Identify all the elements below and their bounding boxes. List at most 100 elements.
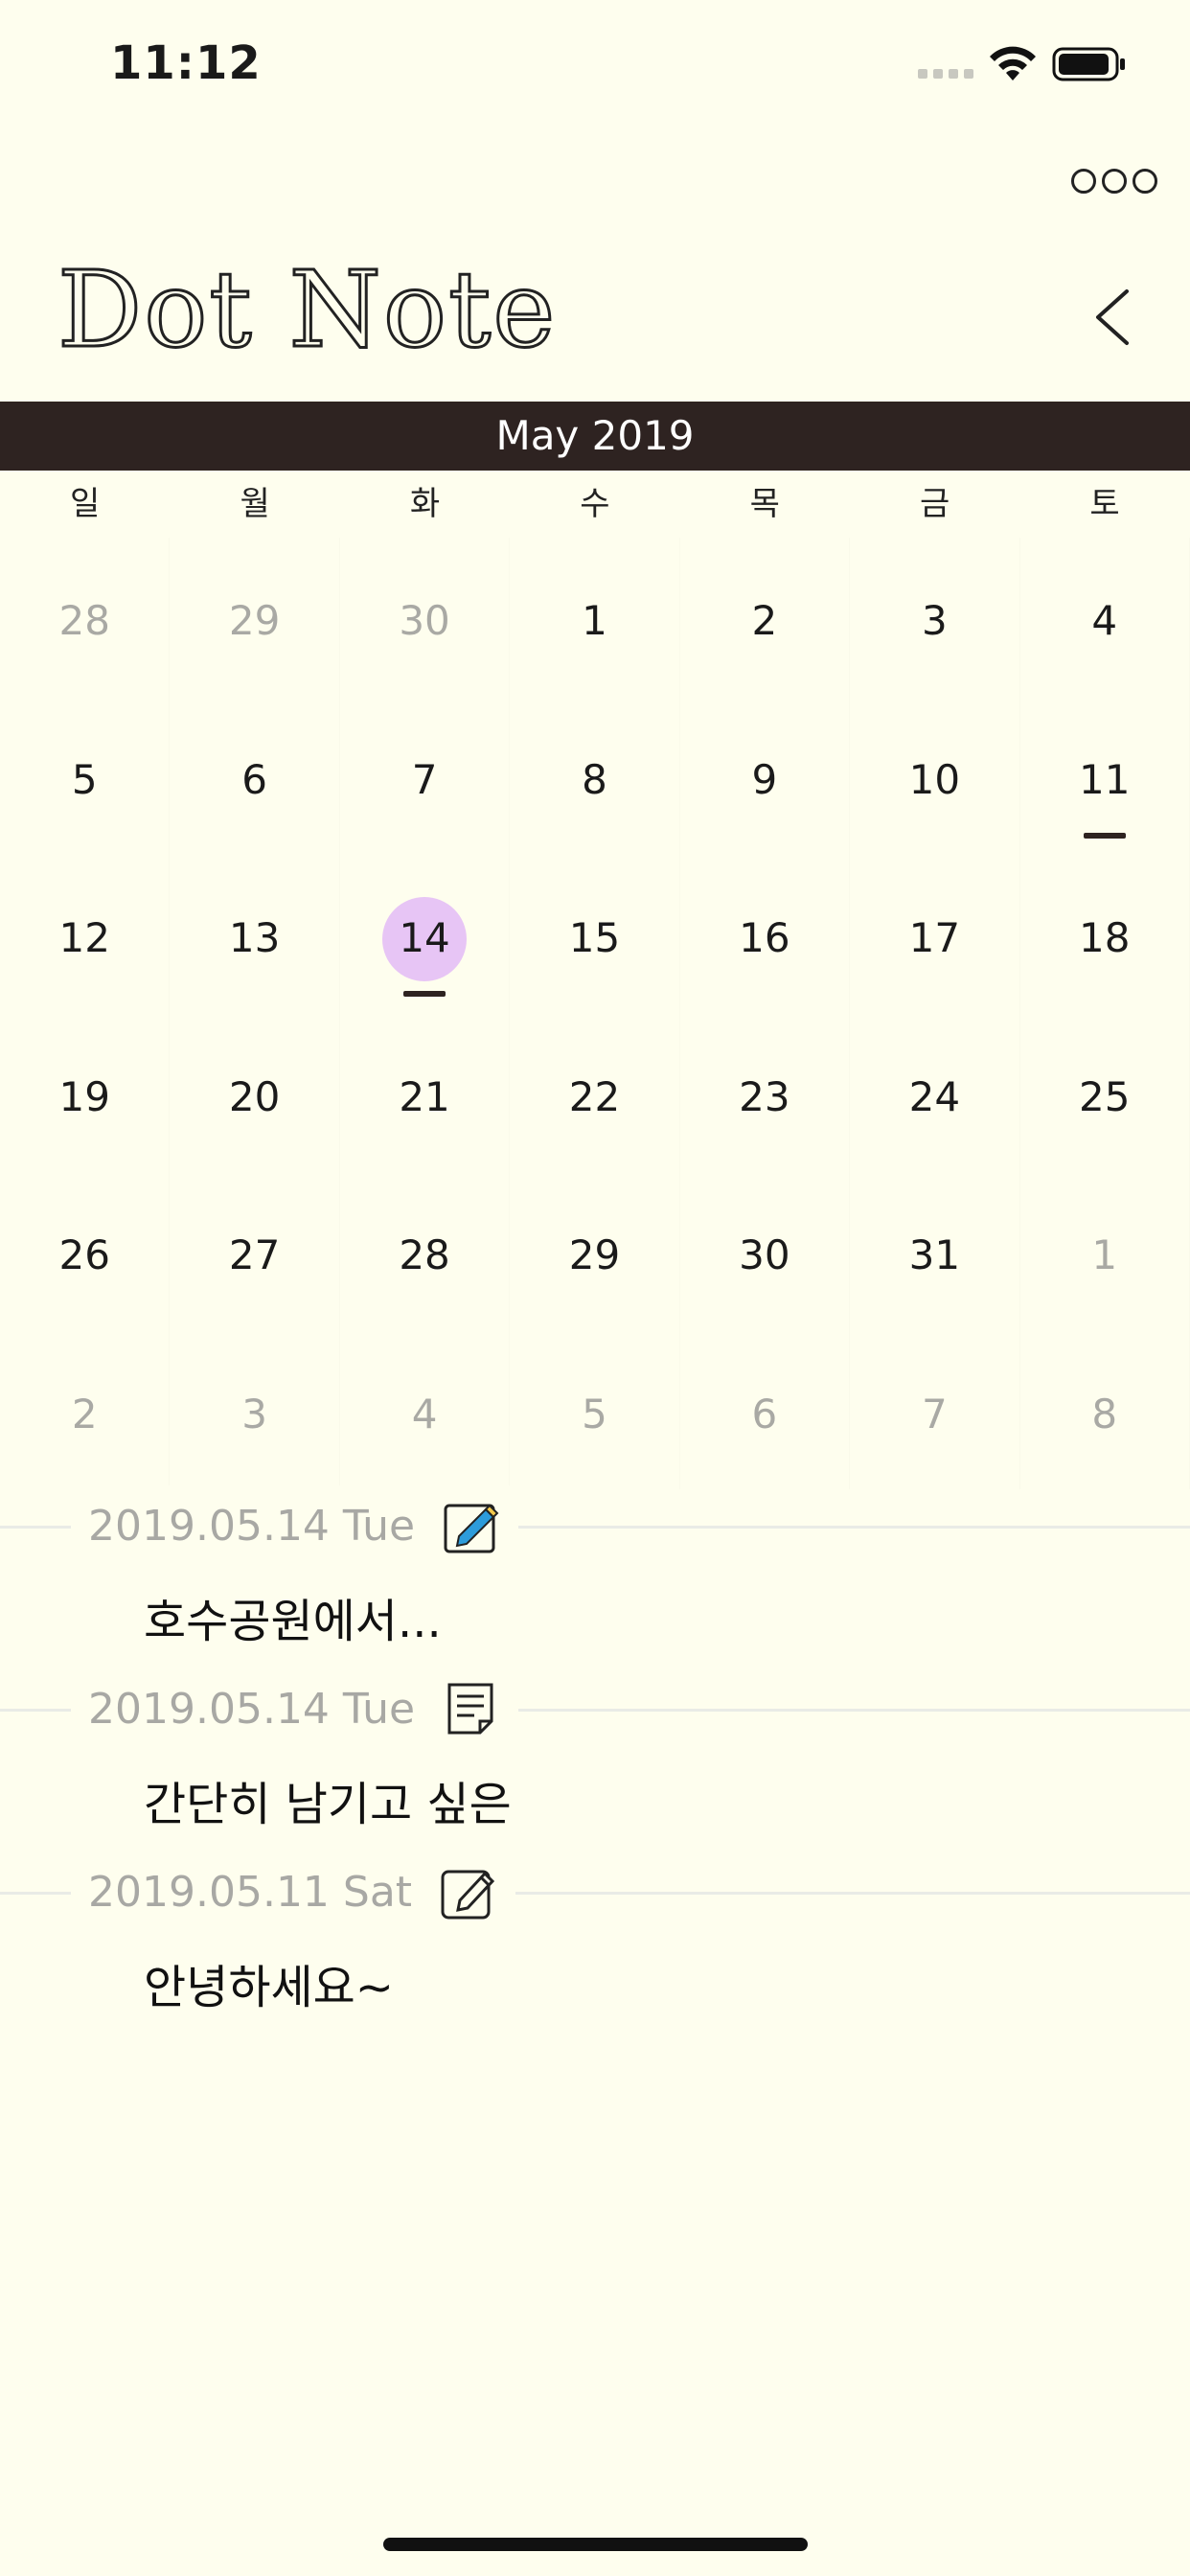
weekday-row: 일 월 화 수 목 금 토	[0, 471, 1190, 538]
calendar-day[interactable]: 1	[1020, 1172, 1190, 1331]
calendar-day[interactable]: 19	[0, 1014, 170, 1173]
day-number: 12	[58, 914, 110, 961]
day-number: 8	[582, 755, 607, 803]
calendar-day[interactable]: 3	[850, 538, 1019, 697]
calendar-day[interactable]: 14	[340, 855, 510, 1014]
calendar-day[interactable]: 22	[510, 1014, 679, 1173]
day-number: 19	[58, 1072, 110, 1120]
entry-date: 2019.05.14 Tue	[88, 1501, 416, 1551]
day-number: 9	[751, 755, 778, 803]
calendar-day[interactable]: 26	[0, 1172, 170, 1331]
calendar-day[interactable]: 20	[170, 1014, 339, 1173]
day-number: 10	[908, 755, 961, 803]
day-number: 2	[71, 1390, 98, 1438]
weekday-label: 수	[580, 485, 610, 523]
calendar-week-row: 26 27 28 29 30 31 1	[0, 1172, 1190, 1331]
more-options-button[interactable]	[1071, 169, 1157, 194]
entry-preview[interactable]: 간단히 남기고 싶은	[144, 1766, 512, 1833]
calendar-day[interactable]: 12	[0, 855, 170, 1014]
document-icon	[442, 1679, 501, 1738]
entry-item[interactable]: 2019.05.11 Sat 안녕하세요~	[0, 1852, 1190, 2035]
calendar-day[interactable]: 6	[170, 697, 339, 856]
calendar-day[interactable]: 9	[680, 697, 850, 856]
day-number: 30	[399, 597, 450, 644]
day-number: 13	[228, 914, 281, 961]
day-number: 26	[58, 1231, 110, 1278]
day-number: 22	[568, 1072, 621, 1120]
calendar-day[interactable]: 27	[170, 1172, 339, 1331]
day-number: 3	[241, 1390, 267, 1438]
calendar-day[interactable]: 25	[1020, 1014, 1190, 1173]
calendar-week-row: 28 29 30 1 2 3 4	[0, 538, 1190, 697]
day-number: 21	[399, 1072, 450, 1120]
calendar-day[interactable]: 3	[170, 1331, 339, 1490]
battery-icon	[1052, 47, 1125, 81]
day-number: 7	[921, 1390, 948, 1438]
entry-date: 2019.05.11 Sat	[88, 1867, 413, 1917]
calendar-day[interactable]: 6	[680, 1331, 850, 1490]
calendar-day[interactable]: 18	[1020, 855, 1190, 1014]
calendar-day[interactable]: 11	[1020, 697, 1190, 856]
calendar-day[interactable]: 7	[340, 697, 510, 856]
day-number: 6	[751, 1390, 778, 1438]
day-number: 5	[71, 755, 98, 803]
calendar-day[interactable]: 1	[510, 538, 679, 697]
day-number: 4	[1091, 597, 1118, 644]
entry-preview[interactable]: 안녕하세요~	[144, 1949, 394, 2016]
calendar-day[interactable]: 15	[510, 855, 679, 1014]
entry-header: 2019.05.14 Tue	[71, 1668, 519, 1749]
app-title: Dot Note	[56, 248, 558, 371]
pencil-note-icon	[442, 1496, 501, 1555]
calendar-day[interactable]: 30	[340, 538, 510, 697]
calendar-day[interactable]: 2	[0, 1331, 170, 1490]
calendar-day[interactable]: 5	[0, 697, 170, 856]
entry-preview[interactable]: 호수공원에서...	[144, 1583, 442, 1650]
calendar-day[interactable]: 7	[850, 1331, 1019, 1490]
calendar-week-row: 2 3 4 5 6 7 8	[0, 1331, 1190, 1490]
calendar-day[interactable]: 4	[340, 1331, 510, 1490]
calendar-day[interactable]: 31	[850, 1172, 1019, 1331]
calendar-day[interactable]: 30	[680, 1172, 850, 1331]
day-number: 6	[241, 755, 267, 803]
calendar-day[interactable]: 8	[510, 697, 679, 856]
calendar-day[interactable]: 28	[340, 1172, 510, 1331]
calendar-week-row: 5 6 7 8 9 10 11	[0, 697, 1190, 856]
signal-icon	[918, 69, 973, 79]
day-number: 29	[228, 597, 281, 644]
day-number: 1	[582, 597, 607, 644]
calendar-day[interactable]: 5	[510, 1331, 679, 1490]
calendar-day[interactable]: 4	[1020, 538, 1190, 697]
calendar-day[interactable]: 29	[170, 538, 339, 697]
calendar-day[interactable]: 29	[510, 1172, 679, 1331]
entry-date: 2019.05.14 Tue	[88, 1684, 416, 1734]
back-chevron-icon[interactable]	[1090, 286, 1134, 349]
day-number: 30	[739, 1231, 790, 1278]
day-number: 11	[1079, 755, 1131, 803]
calendar-day[interactable]: 13	[170, 855, 339, 1014]
entry-item[interactable]: 2019.05.14 Tue 호수공원에서...	[0, 1485, 1190, 1668]
entry-header: 2019.05.11 Sat	[71, 1852, 516, 1932]
calendar-day[interactable]: 2	[680, 538, 850, 697]
day-number: 8	[1091, 1390, 1118, 1438]
day-number: 31	[908, 1231, 961, 1278]
calendar-day[interactable]: 28	[0, 538, 170, 697]
entry-header: 2019.05.14 Tue	[71, 1485, 519, 1566]
calendar-day[interactable]: 23	[680, 1014, 850, 1173]
day-number: 16	[739, 914, 790, 961]
calendar-day[interactable]: 8	[1020, 1331, 1190, 1490]
weekday-label: 화	[409, 485, 441, 523]
home-indicator[interactable]	[383, 2538, 808, 2551]
entry-item[interactable]: 2019.05.14 Tue 간단히 남기고 싶은	[0, 1668, 1190, 1852]
calendar-week-row: 19 20 21 22 23 24 25	[0, 1014, 1190, 1173]
status-time: 11:12	[110, 36, 262, 90]
day-number: 23	[739, 1072, 790, 1120]
month-header[interactable]: May 2019	[0, 402, 1190, 471]
dot-icon	[1071, 169, 1096, 194]
calendar-day[interactable]: 17	[850, 855, 1019, 1014]
day-number: 27	[228, 1231, 281, 1278]
calendar-day[interactable]: 10	[850, 697, 1019, 856]
calendar-day[interactable]: 21	[340, 1014, 510, 1173]
status-bar: 11:12	[0, 0, 1190, 134]
calendar-day[interactable]: 24	[850, 1014, 1019, 1173]
calendar-day[interactable]: 16	[680, 855, 850, 1014]
